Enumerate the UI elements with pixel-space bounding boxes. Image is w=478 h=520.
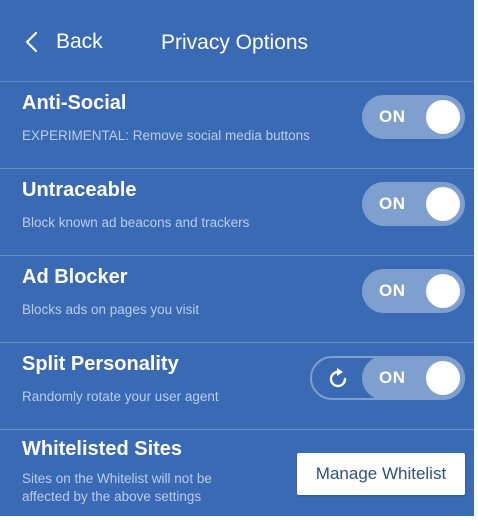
option-row-untraceable: Untraceable Block known ad beacons and t… — [0, 169, 474, 256]
toggle-knob — [426, 361, 460, 395]
option-title: Untraceable — [22, 179, 137, 201]
split-personality-toggle[interactable]: ON — [362, 356, 465, 400]
whitelist-description: Sites on the Whitelist will not be affec… — [22, 471, 212, 504]
toggle-knob — [426, 100, 460, 134]
toggle-knob — [426, 274, 460, 308]
option-description: EXPERIMENTAL: Remove social media button… — [22, 128, 310, 143]
back-label: Back — [56, 30, 103, 53]
page-title: Privacy Options — [161, 31, 309, 54]
ad-blocker-toggle[interactable]: ON — [362, 269, 465, 313]
split-personality-control: ON — [310, 356, 465, 400]
option-title: Anti-Social — [22, 92, 127, 114]
chevron-left-icon — [25, 31, 38, 53]
manage-whitelist-button[interactable]: Manage Whitelist — [297, 453, 465, 495]
option-row-anti-social: Anti-Social EXPERIMENTAL: Remove social … — [0, 82, 474, 169]
option-row-ad-blocker: Ad Blocker Blocks ads on pages you visit… — [0, 256, 474, 343]
option-row-split-personality: Split Personality Randomly rotate your u… — [0, 343, 474, 430]
toggle-knob — [426, 187, 460, 221]
header: Back Privacy Options — [0, 0, 474, 82]
toggle-state-label: ON — [379, 281, 406, 300]
option-description: Blocks ads on pages you visit — [22, 302, 200, 317]
option-title: Split Personality — [22, 353, 179, 375]
toggle-state-label: ON — [379, 194, 406, 213]
back-button[interactable]: Back — [22, 30, 103, 54]
privacy-options-panel: Back Privacy Options Anti-Social EXPERIM… — [0, 0, 474, 516]
refresh-icon[interactable] — [326, 367, 350, 391]
toggle-state-label: ON — [379, 107, 406, 126]
whitelist-row: Whitelisted Sites Sites on the Whitelist… — [0, 430, 474, 516]
option-description: Randomly rotate your user agent — [22, 389, 219, 404]
toggle-state-label: ON — [379, 368, 406, 387]
option-description: Block known ad beacons and trackers — [22, 215, 250, 230]
anti-social-toggle[interactable]: ON — [362, 95, 465, 139]
whitelist-title: Whitelisted Sites — [22, 438, 183, 460]
option-title: Ad Blocker — [22, 266, 128, 288]
untraceable-toggle[interactable]: ON — [362, 182, 465, 226]
